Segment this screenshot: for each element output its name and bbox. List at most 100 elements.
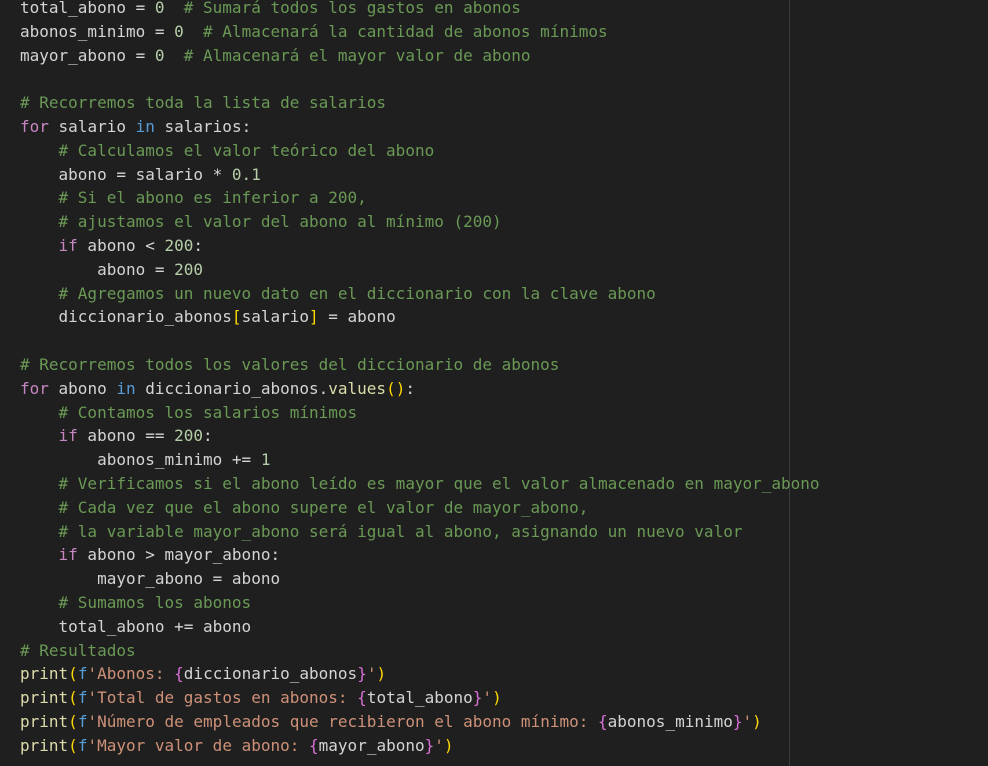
code-line-7[interactable]: # Calculamos el valor teórico del abono xyxy=(20,139,820,163)
code-line-5[interactable]: # Recorremos toda la lista de salarios xyxy=(20,91,820,115)
code-token: ( xyxy=(68,664,78,684)
code-editor[interactable]: total_abono = 0 # Sumará todos los gasto… xyxy=(0,0,988,766)
code-token: 'Mayor valor de abono: xyxy=(87,735,310,755)
code-line-31[interactable]: print(f'Número de empleados que recibier… xyxy=(20,710,820,734)
code-token: f xyxy=(77,664,88,684)
code-line-4[interactable] xyxy=(20,67,820,91)
code-token: : xyxy=(193,235,204,255)
code-token: # Verificamos si el abono leído es mayor… xyxy=(58,473,820,493)
code-line-17[interactable]: for abono in diccionario_abonos.values()… xyxy=(20,377,820,401)
code-token: salario xyxy=(241,307,309,327)
code-token: f xyxy=(77,735,88,755)
code-token: for xyxy=(20,378,49,398)
code-line-18[interactable]: # Contamos los salarios mínimos xyxy=(20,401,820,425)
code-token: 1 xyxy=(260,450,271,470)
code-token: total_abono = xyxy=(20,0,155,17)
code-token: salario xyxy=(48,116,136,136)
code-line-29[interactable]: print(f'Abonos: {diccionario_abonos}') xyxy=(20,662,820,686)
code-token: ( xyxy=(68,735,78,755)
code-token: ( xyxy=(68,688,78,708)
code-token: () xyxy=(386,378,406,398)
code-token: 'Total de gastos en abonos: xyxy=(87,688,358,708)
code-token: abono < xyxy=(77,235,165,255)
code-token: # Sumamos los abonos xyxy=(58,592,252,612)
code-line-14[interactable]: diccionario_abonos[salario] = abono xyxy=(20,305,820,329)
code-token: values xyxy=(328,378,387,398)
code-line-10[interactable]: # ajustamos el valor del abono al mínimo… xyxy=(20,210,820,234)
code-token: f xyxy=(77,711,88,731)
code-token: 0.1 xyxy=(231,164,261,184)
code-line-8[interactable]: abono = salario * 0.1 xyxy=(20,163,820,187)
code-token: salarios: xyxy=(154,116,252,136)
code-token: ] xyxy=(309,307,319,327)
code-token: diccionario_abonos xyxy=(20,307,232,327)
code-area[interactable]: total_abono = 0 # Sumará todos los gasto… xyxy=(20,0,820,758)
code-line-25[interactable]: mayor_abono = abono xyxy=(20,567,820,591)
code-token: abonos_minimo = xyxy=(20,21,175,41)
code-token: mayor_abono xyxy=(318,735,425,755)
code-token: abono xyxy=(48,378,117,398)
code-token: : xyxy=(405,378,415,398)
code-token: ' xyxy=(434,735,444,755)
code-line-30[interactable]: print(f'Total de gastos en abonos: {tota… xyxy=(20,686,820,710)
code-token: print xyxy=(20,735,69,755)
code-line-32[interactable]: print(f'Mayor valor de abono: {mayor_abo… xyxy=(20,734,820,758)
code-line-2[interactable]: abonos_minimo = 0 # Almacenará la cantid… xyxy=(20,20,820,44)
code-token: diccionario_abonos. xyxy=(135,378,329,398)
code-token: # Contamos los salarios mínimos xyxy=(58,402,358,422)
code-token: print xyxy=(20,688,69,708)
code-line-16[interactable]: # Recorremos todos los valores del dicci… xyxy=(20,353,820,377)
code-token: abono == xyxy=(77,426,175,446)
code-line-12[interactable]: abono = 200 xyxy=(20,258,820,282)
code-token: print xyxy=(20,664,69,684)
code-token: for xyxy=(20,116,49,136)
code-line-24[interactable]: if abono > mayor_abono: xyxy=(20,543,820,567)
code-token: 200 xyxy=(164,235,194,255)
code-line-22[interactable]: # Cada vez que el abono supere el valor … xyxy=(20,496,820,520)
code-token: # la variable mayor_abono será igual al … xyxy=(58,521,743,541)
code-token: } xyxy=(424,735,435,755)
code-token: f xyxy=(77,688,88,708)
code-token: mayor_abono = xyxy=(20,45,155,65)
code-line-19[interactable]: if abono == 200: xyxy=(20,424,820,448)
code-line-15[interactable] xyxy=(20,329,820,353)
code-line-27[interactable]: total_abono += abono xyxy=(20,615,820,639)
code-token: # ajustamos el valor del abono al mínimo… xyxy=(58,212,502,232)
code-token: # Almacenará el mayor valor de abono xyxy=(183,45,531,65)
code-line-6[interactable]: for salario in salarios: xyxy=(20,115,820,139)
code-line-13[interactable]: # Agregamos un nuevo dato en el dicciona… xyxy=(20,282,820,306)
code-token: { xyxy=(357,688,367,708)
code-line-28[interactable]: # Resultados xyxy=(20,639,820,663)
code-token: in xyxy=(116,378,136,398)
code-line-9[interactable]: # Si el abono es inferior a 200, xyxy=(20,186,820,210)
code-token: 200 xyxy=(174,259,204,279)
code-token: 0 xyxy=(154,45,165,65)
code-token: ( xyxy=(68,711,78,731)
code-token: # Resultados xyxy=(20,640,136,660)
code-token: total_abono xyxy=(366,688,473,708)
code-token: # Calculamos el valor teórico del abono xyxy=(58,140,435,160)
code-line-23[interactable]: # la variable mayor_abono será igual al … xyxy=(20,520,820,544)
code-line-20[interactable]: abonos_minimo += 1 xyxy=(20,448,820,472)
code-line-3[interactable]: mayor_abono = 0 # Almacenará el mayor va… xyxy=(20,44,820,68)
code-line-11[interactable]: if abono < 200: xyxy=(20,234,820,258)
code-line-26[interactable]: # Sumamos los abonos xyxy=(20,591,820,615)
code-token: ' xyxy=(482,688,493,708)
code-token: in xyxy=(135,116,155,136)
code-line-21[interactable]: # Verificamos si el abono leído es mayor… xyxy=(20,472,820,496)
code-token: ) xyxy=(443,735,454,755)
code-token: 'Número de empleados que recibieron el a… xyxy=(87,711,598,731)
code-token: # Sumará todos los gastos en abonos xyxy=(183,0,521,17)
code-token: ) xyxy=(492,688,502,708)
code-token: { xyxy=(174,664,184,684)
code-token: abonos_minimo xyxy=(607,711,733,731)
code-line-1[interactable]: total_abono = 0 # Sumará todos los gasto… xyxy=(20,0,820,20)
